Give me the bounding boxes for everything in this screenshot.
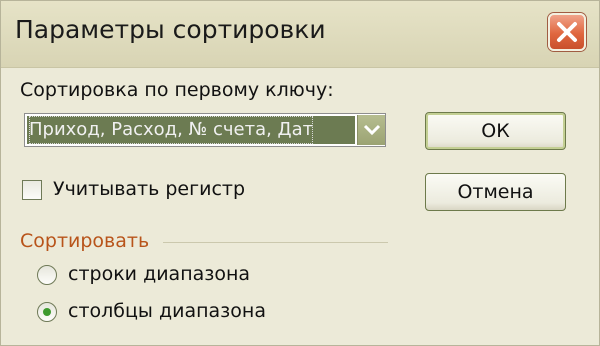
radio-selected-dot	[43, 308, 51, 316]
close-button[interactable]	[548, 13, 586, 51]
sort-key-combobox[interactable]: Приход, Расход, № счета, Дат	[24, 113, 386, 147]
sort-key-dropdown-button[interactable]	[357, 115, 385, 145]
case-sensitive-checkbox[interactable]	[22, 180, 42, 200]
chevron-down-icon	[363, 124, 381, 136]
sort-rows-radio[interactable]	[37, 265, 57, 285]
sort-rows-label[interactable]: строки диапазона	[68, 263, 250, 285]
close-icon	[557, 22, 577, 42]
sort-options-dialog: Параметры сортировки Сортировка по перво…	[0, 0, 600, 346]
case-sensitive-label[interactable]: Учитывать регистр	[53, 178, 245, 200]
sort-key-value-text: Приход, Расход, № счета, Дат	[29, 116, 314, 144]
cancel-button[interactable]: Отмена	[425, 173, 566, 211]
sort-orientation-group-label: Сортировать	[20, 230, 150, 252]
ok-button[interactable]: ОК	[425, 112, 566, 150]
sort-key-label: Сортировка по первому ключу:	[20, 79, 334, 101]
group-divider	[163, 242, 388, 243]
sort-key-selected-value[interactable]: Приход, Расход, № счета, Дат	[27, 116, 355, 144]
sort-columns-label[interactable]: столбцы диапазона	[68, 300, 266, 322]
dialog-title: Параметры сортировки	[15, 15, 326, 44]
title-bar[interactable]: Параметры сортировки	[1, 1, 599, 68]
sort-columns-radio[interactable]	[37, 302, 57, 322]
